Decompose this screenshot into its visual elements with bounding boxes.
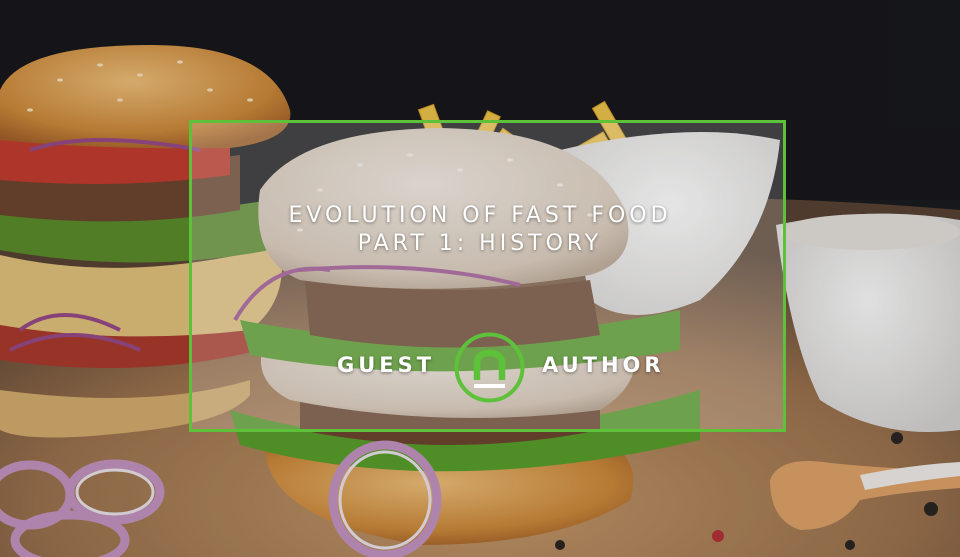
title-line-1: EVOLUTION OF FAST FOOD xyxy=(288,203,672,228)
byline-guest: GUEST xyxy=(337,353,436,377)
n-logo-icon xyxy=(454,332,525,403)
article-title: EVOLUTION OF FAST FOOD PART 1: HISTORY xyxy=(0,202,960,258)
byline-author: AUTHOR xyxy=(542,353,665,377)
title-line-2: PART 1: HISTORY xyxy=(357,231,603,256)
banner-image: EVOLUTION OF FAST FOOD PART 1: HISTORY G… xyxy=(0,0,960,557)
